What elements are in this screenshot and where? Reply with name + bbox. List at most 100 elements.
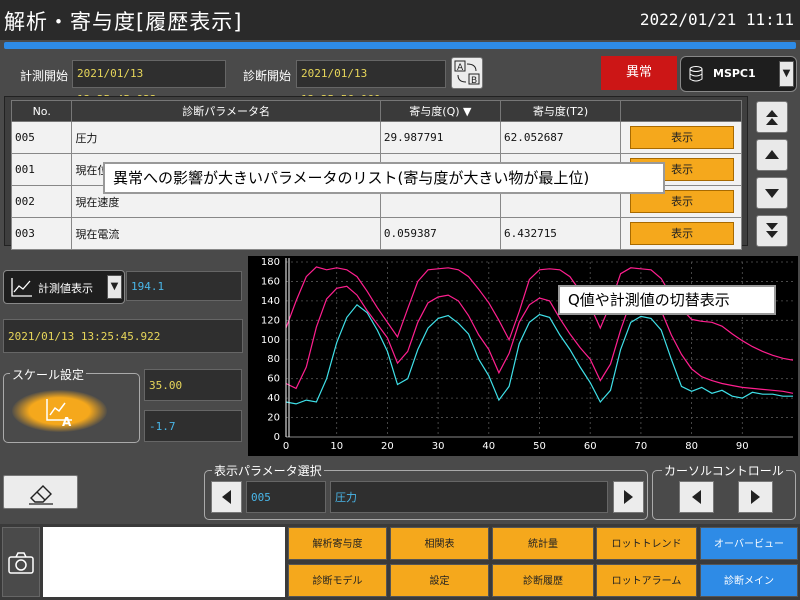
x-tick-label: 0 bbox=[283, 441, 289, 452]
nav-correlation-table[interactable]: 相関表 bbox=[390, 527, 489, 560]
chevron-down-icon bbox=[765, 189, 779, 198]
row-no: 001 bbox=[10, 153, 73, 186]
row-no: 005 bbox=[10, 121, 73, 154]
diag-start-label: 診断開始 bbox=[243, 69, 292, 83]
diag-start-field: 2021/01/13 13:25:56.060 bbox=[296, 60, 446, 106]
nav-statistics[interactable]: 統計量 bbox=[492, 527, 594, 560]
y-tick-label: 40 bbox=[267, 393, 280, 404]
row-t2: 6.432715 bbox=[499, 217, 622, 250]
nav-overview[interactable]: オーバービュー bbox=[700, 527, 798, 560]
cursor-left-button[interactable] bbox=[679, 481, 714, 513]
scroll-down-button[interactable] bbox=[756, 177, 788, 209]
line-chart-icon bbox=[11, 278, 32, 297]
scale-min-field[interactable]: -1.7 bbox=[144, 410, 242, 442]
accent-bar bbox=[4, 42, 796, 49]
screenshot-button[interactable] bbox=[2, 527, 40, 597]
table-row[interactable]: 005 圧力 29.987791 62.052687 表示 bbox=[10, 121, 742, 154]
page-title: 解析・寄与度[履歴表示] bbox=[4, 10, 243, 34]
double-chevron-up-icon bbox=[766, 110, 778, 125]
scroll-up-button[interactable] bbox=[756, 139, 788, 171]
view-select-value: 計測値表示 bbox=[38, 282, 93, 295]
triangle-left-icon bbox=[222, 490, 231, 504]
view-select[interactable]: 計測値表示 ▼ bbox=[3, 270, 125, 304]
model-select[interactable]: MSPC1 ▼ bbox=[680, 56, 797, 92]
show-button[interactable]: 表示 bbox=[630, 126, 735, 149]
col-no: No. bbox=[10, 100, 73, 122]
triangle-right-icon bbox=[624, 490, 633, 504]
auto-scale-icon: A bbox=[46, 399, 72, 428]
svg-text:B: B bbox=[471, 76, 477, 86]
cursor-time-field: 2021/01/13 13:25:45.922 bbox=[3, 319, 243, 353]
param-prev-button[interactable] bbox=[211, 481, 242, 513]
scale-max-field[interactable]: 35.00 bbox=[144, 369, 242, 401]
database-icon bbox=[689, 66, 703, 82]
nav-lot-alarm[interactable]: ロットアラーム bbox=[596, 564, 697, 597]
chevron-down-icon: ▼ bbox=[779, 61, 794, 87]
nav-lot-trend[interactable]: ロットトレンド bbox=[596, 527, 697, 560]
y-tick-label: 100 bbox=[261, 335, 280, 346]
x-tick-label: 80 bbox=[685, 441, 698, 452]
double-chevron-down-icon bbox=[766, 223, 778, 238]
auto-scale-button[interactable]: A bbox=[12, 390, 107, 432]
nav-diagnosis-history[interactable]: 診断履歴 bbox=[492, 564, 594, 597]
nav-diagnosis-main[interactable]: 診断メイン bbox=[700, 564, 798, 597]
eraser-icon bbox=[28, 485, 53, 505]
show-button[interactable]: 表示 bbox=[630, 222, 735, 245]
row-t2: 62.052687 bbox=[499, 121, 622, 154]
y-tick-label: 20 bbox=[267, 413, 280, 424]
nav-diagnosis-model[interactable]: 診断モデル bbox=[288, 564, 387, 597]
chevron-up-icon bbox=[765, 150, 779, 159]
model-select-value: MSPC1 bbox=[713, 67, 756, 80]
row-no: 002 bbox=[10, 185, 73, 218]
y-tick-label: 60 bbox=[267, 374, 280, 385]
list-annotation: 異常への影響が大きいパラメータのリスト(寄与度が大きい物が最上位) bbox=[103, 162, 665, 194]
x-tick-label: 60 bbox=[584, 441, 597, 452]
scroll-bottom-button[interactable] bbox=[756, 215, 788, 247]
nav-settings[interactable]: 設定 bbox=[390, 564, 489, 597]
scale-setting-label: スケール設定 bbox=[10, 366, 87, 383]
y-tick-label: 160 bbox=[261, 276, 280, 287]
y-tick-label: 140 bbox=[261, 296, 280, 307]
col-param-name: 診断パラメータ名 bbox=[71, 100, 381, 122]
triangle-right-icon bbox=[751, 490, 760, 504]
row-name: 現在電流 bbox=[71, 217, 381, 250]
col-action bbox=[620, 100, 742, 122]
svg-text:A: A bbox=[457, 63, 464, 73]
svg-text:A: A bbox=[62, 415, 72, 428]
col-q[interactable]: 寄与度(Q) ▼ bbox=[379, 100, 501, 122]
measure-start-field: 2021/01/13 13:25:45.922 bbox=[72, 60, 226, 106]
x-tick-label: 50 bbox=[533, 441, 546, 452]
row-q: 29.987791 bbox=[379, 121, 501, 154]
y-tick-label: 0 bbox=[274, 432, 280, 443]
y-tick-label: 180 bbox=[261, 257, 280, 268]
x-tick-label: 30 bbox=[432, 441, 445, 452]
cursor-right-button[interactable] bbox=[738, 481, 773, 513]
y-tick-label: 80 bbox=[267, 354, 280, 365]
cursor-control-label: カーソルコントロール bbox=[662, 462, 786, 479]
row-name: 圧力 bbox=[71, 121, 381, 154]
camera-icon bbox=[8, 552, 34, 574]
table-row[interactable]: 003 現在電流 0.059387 6.432715 表示 bbox=[10, 217, 742, 250]
abnormal-status-badge: 異常 bbox=[601, 56, 677, 90]
chevron-down-icon: ▼ bbox=[107, 275, 122, 299]
swap-ab-icon: A B bbox=[454, 60, 480, 86]
param-no-field: 005 bbox=[246, 481, 326, 513]
x-tick-label: 20 bbox=[381, 441, 394, 452]
x-tick-label: 10 bbox=[330, 441, 343, 452]
y-tick-label: 120 bbox=[261, 315, 280, 326]
x-tick-label: 40 bbox=[482, 441, 495, 452]
triangle-left-icon bbox=[692, 490, 701, 504]
param-next-button[interactable] bbox=[613, 481, 644, 513]
clock: 2022/01/21 11:11 bbox=[639, 10, 794, 29]
chart-annotation: Q値や計測値の切替表示 bbox=[558, 285, 776, 315]
eraser-button[interactable] bbox=[3, 475, 78, 509]
cursor-value-field: 194.1 bbox=[126, 271, 242, 301]
scroll-top-button[interactable] bbox=[756, 101, 788, 133]
param-name-field: 圧力 bbox=[330, 481, 608, 513]
message-area bbox=[43, 527, 285, 597]
x-tick-label: 90 bbox=[736, 441, 749, 452]
swap-ab-button[interactable]: A B bbox=[451, 57, 483, 89]
row-q: 0.059387 bbox=[379, 217, 501, 250]
nav-analysis-contribution[interactable]: 解析寄与度 bbox=[288, 527, 387, 560]
col-t2[interactable]: 寄与度(T2) bbox=[499, 100, 622, 122]
